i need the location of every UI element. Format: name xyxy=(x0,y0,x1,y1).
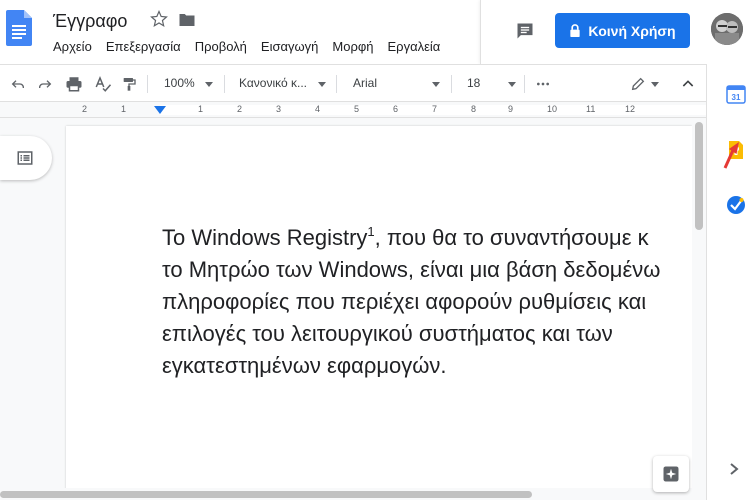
ruler-number: 5 xyxy=(354,104,360,114)
menu-tools[interactable]: Εργαλεία xyxy=(388,39,441,57)
calendar-day: 31 xyxy=(732,93,741,102)
edit-mode-pencil-icon[interactable] xyxy=(630,75,646,93)
header: Έγγραφο Αρχείο Επεξεργασία Προβολή Εισαγ… xyxy=(0,0,750,64)
menu-file[interactable]: Αρχείο xyxy=(53,39,92,57)
ruler-number: 2 xyxy=(237,104,243,114)
text-line: εγκατεστημένων εφαρμογών. xyxy=(162,353,447,378)
docs-logo-icon[interactable] xyxy=(6,10,32,46)
share-label: Κοινή Χρήση xyxy=(588,22,676,39)
print-icon[interactable] xyxy=(65,75,83,93)
chevron-up-icon[interactable] xyxy=(680,75,696,93)
menu-insert[interactable]: Εισαγωγή xyxy=(261,39,318,57)
font-size-chevron-down-icon[interactable] xyxy=(508,82,516,87)
font-select[interactable]: Arial xyxy=(353,76,377,90)
ruler[interactable]: 2 1 1 2 3 4 5 6 7 8 9 10 11 12 xyxy=(0,102,706,118)
document-outline-button[interactable] xyxy=(0,136,52,180)
document-title[interactable]: Έγγραφο xyxy=(53,11,127,32)
tasks-icon[interactable] xyxy=(726,195,746,215)
style-select[interactable]: Κανονικό κ... xyxy=(239,76,307,90)
toolbar: 100% Κανονικό κ... Arial 18 xyxy=(0,64,706,102)
text-segment: Το Windows Registry xyxy=(162,225,368,250)
docs-app: Έγγραφο Αρχείο Επεξεργασία Προβολή Εισαγ… xyxy=(0,0,750,500)
text-line: επιλογές του λειτουργικού συστήματος και… xyxy=(162,321,613,346)
more-options-icon[interactable] xyxy=(535,75,551,93)
ruler-number: 1 xyxy=(121,104,127,114)
lock-icon xyxy=(570,24,581,37)
font-chevron-down-icon[interactable] xyxy=(432,82,440,87)
vertical-scrollbar[interactable] xyxy=(692,118,706,488)
style-chevron-down-icon[interactable] xyxy=(318,82,326,87)
ruler-number: 4 xyxy=(315,104,321,114)
star-icon[interactable] xyxy=(150,10,168,28)
toolbar-divider xyxy=(336,75,337,93)
edit-mode-chevron-down-icon[interactable] xyxy=(651,82,659,87)
calendar-icon[interactable]: 31 xyxy=(726,84,746,104)
ruler-number: 3 xyxy=(276,104,282,114)
menu-edit[interactable]: Επεξεργασία xyxy=(106,39,181,57)
menu-view[interactable]: Προβολή xyxy=(195,39,247,57)
ruler-number: 7 xyxy=(432,104,438,114)
toolbar-divider xyxy=(524,75,525,93)
document-body[interactable]: Το Windows Registry1, που θα το συναντήσ… xyxy=(162,222,692,382)
text-line: Το Windows Registry1, που θα το συναντήσ… xyxy=(162,222,692,254)
zoom-chevron-down-icon[interactable] xyxy=(205,82,213,87)
ruler-number: 11 xyxy=(586,104,596,114)
menu-format[interactable]: Μορφή xyxy=(332,39,373,57)
menu-bar: Αρχείο Επεξεργασία Προβολή Εισαγωγή Μορφ… xyxy=(53,39,454,57)
zoom-select[interactable]: 100% xyxy=(164,76,195,90)
text-segment: , που θα το συναντήσουμε κ xyxy=(374,225,649,250)
redo-icon[interactable] xyxy=(37,75,53,93)
ruler-number: 9 xyxy=(508,104,514,114)
toolbar-divider xyxy=(147,75,148,93)
ruler-number: 12 xyxy=(625,104,636,114)
undo-icon[interactable] xyxy=(10,75,26,93)
text-line: πληροφορίες που περιέχει αφορούν ρυθμίσε… xyxy=(162,289,647,314)
comment-history-icon[interactable] xyxy=(515,21,535,41)
folder-icon[interactable] xyxy=(178,12,196,28)
ruler-number: 10 xyxy=(547,104,558,114)
avatar[interactable] xyxy=(711,13,743,45)
horizontal-scroll-thumb[interactable] xyxy=(0,491,532,498)
ruler-number: 6 xyxy=(393,104,399,114)
horizontal-scrollbar[interactable] xyxy=(0,488,706,500)
ruler-number: 8 xyxy=(471,104,477,114)
vertical-scroll-thumb[interactable] xyxy=(695,122,703,230)
outline-list-icon xyxy=(17,151,33,165)
text-line: το Μητρώο των Windows, είναι μια βάση δε… xyxy=(162,257,661,282)
spellcheck-icon[interactable] xyxy=(94,75,112,93)
toolbar-divider xyxy=(224,75,225,93)
font-size-select[interactable]: 18 xyxy=(467,76,480,90)
chevron-right-icon[interactable] xyxy=(728,462,740,476)
red-arrow-annotation-icon xyxy=(723,142,739,169)
toolbar-divider xyxy=(451,75,452,93)
explore-sparkle-icon xyxy=(663,466,679,482)
side-panel: 31 xyxy=(706,64,750,500)
paint-format-icon[interactable] xyxy=(121,75,137,93)
explore-button[interactable] xyxy=(653,456,689,492)
ruler-number: 2 xyxy=(82,104,88,114)
avatar-image-icon xyxy=(711,13,743,45)
share-button[interactable]: Κοινή Χρήση xyxy=(555,13,690,48)
first-line-indent-marker[interactable] xyxy=(154,106,166,114)
document-page[interactable]: Το Windows Registry1, που θα το συναντήσ… xyxy=(66,126,692,500)
ruler-number: 1 xyxy=(198,104,204,114)
footnote-reference[interactable]: 1 xyxy=(367,224,374,239)
